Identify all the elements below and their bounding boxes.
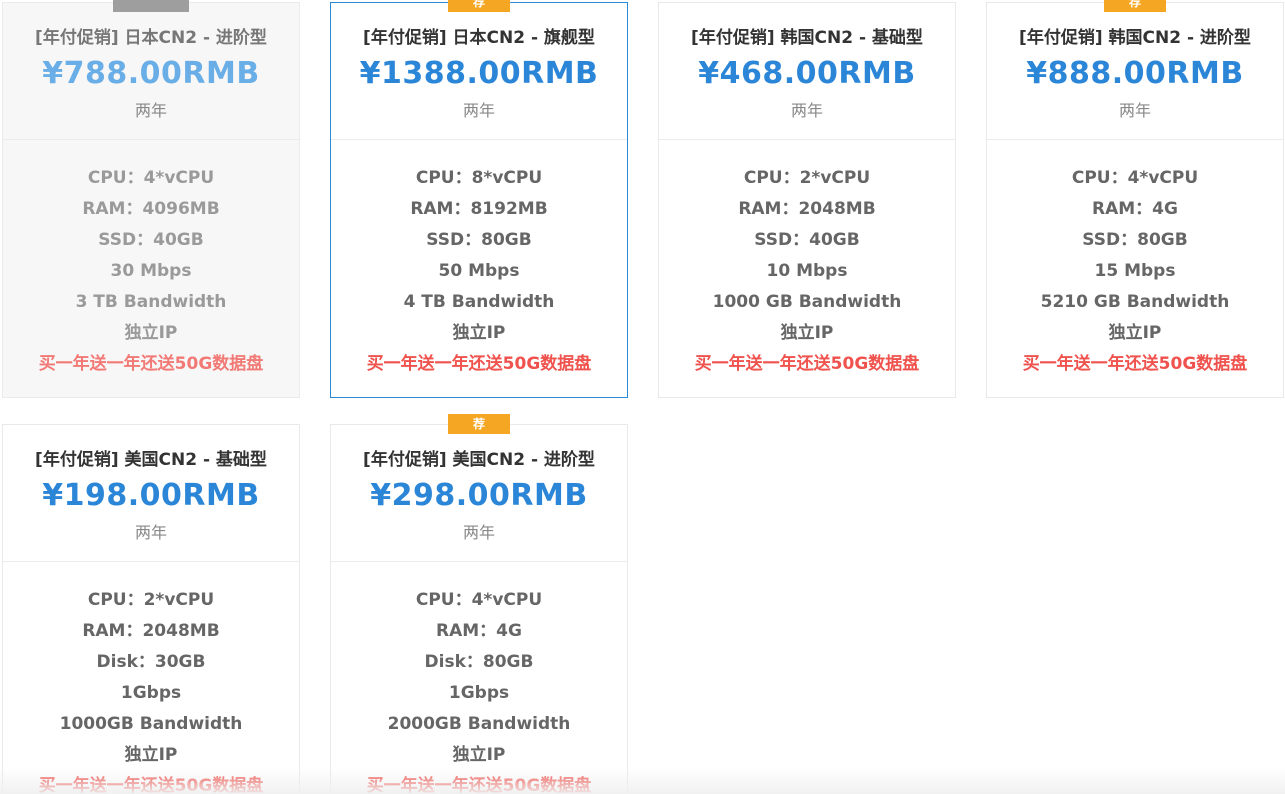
spec-cpu: CPU：8*vCPU [415,168,543,188]
spec-ram: RAM：4G [1092,199,1178,219]
spec-speed: 1Gbps [448,683,510,703]
product-card-korea-basic[interactable]: [年付促销] 韩国CN2 - 基础型 ¥468.00RMB 两年 CPU：2*v… [658,2,956,398]
product-listing: [年付促销] 日本CN2 - 进阶型 ¥788.00RMB 两年 CPU：4*v… [0,0,1285,794]
spec-ip: 独立IP [452,323,506,343]
product-title: [年付促销] 日本CN2 - 进阶型 [35,28,267,48]
product-card-korea-advanced[interactable]: 荐 [年付促销] 韩国CN2 - 进阶型 ¥888.00RMB 两年 CPU：4… [986,0,1284,398]
product-price: ¥198.00RMB [42,478,260,513]
product-price: ¥298.00RMB [370,478,588,513]
spec-ip: 独立IP [124,323,178,343]
promo-text: 买一年送一年还送50G数据盘 [694,354,920,374]
billing-period: 两年 [134,523,167,542]
card-header: [年付促销] 美国CN2 - 基础型 ¥198.00RMB 两年 [3,425,299,562]
billing-period: 两年 [462,523,495,542]
spec-storage: SSD：80GB [426,230,532,250]
spec-speed: 1Gbps [120,683,182,703]
spec-list: CPU：8*vCPU RAM：8192MB SSD：80GB 50 Mbps 4… [331,163,627,380]
spec-bandwidth: 4 TB Bandwidth [403,292,555,312]
spec-ip: 独立IP [452,745,506,765]
product-price: ¥788.00RMB [42,56,260,91]
spec-bandwidth: 5210 GB Bandwidth [1040,292,1230,312]
spec-ip: 独立IP [1108,323,1162,343]
card-header: [年付促销] 美国CN2 - 进阶型 ¥298.00RMB 两年 [331,425,627,562]
product-price: ¥1388.00RMB [359,56,599,91]
spec-storage: Disk：80GB [424,652,534,672]
spec-ram: RAM：2048MB [82,621,220,641]
spec-ram: RAM：4G [436,621,522,641]
product-title: [年付促销] 韩国CN2 - 进阶型 [1019,28,1251,48]
spec-speed: 15 Mbps [1094,261,1176,281]
billing-period: 两年 [790,101,823,120]
card-header: [年付促销] 日本CN2 - 进阶型 ¥788.00RMB 两年 [3,3,299,140]
promo-text: 买一年送一年还送50G数据盘 [366,354,592,374]
spec-bandwidth: 2000GB Bandwidth [387,714,571,734]
card-header: [年付促销] 韩国CN2 - 基础型 ¥468.00RMB 两年 [659,3,955,140]
promo-text: 买一年送一年还送50G数据盘 [38,776,264,794]
spec-list: CPU：4*vCPU RAM：4G SSD：80GB 15 Mbps 5210 … [987,163,1283,380]
product-card-usa-basic[interactable]: [年付促销] 美国CN2 - 基础型 ¥198.00RMB 两年 CPU：2*v… [2,424,300,794]
billing-period: 两年 [462,101,495,120]
spec-ram: RAM：8192MB [410,199,548,219]
card-header: [年付促销] 日本CN2 - 旗舰型 ¥1388.00RMB 两年 [331,3,627,140]
spec-list: CPU：2*vCPU RAM：2048MB Disk：30GB 1Gbps 10… [3,585,299,794]
spec-list: CPU：2*vCPU RAM：2048MB SSD：40GB 10 Mbps 1… [659,163,955,380]
spec-cpu: CPU：4*vCPU [87,168,215,188]
spec-storage: SSD：40GB [98,230,204,250]
spec-cpu: CPU：4*vCPU [415,590,543,610]
spec-cpu: CPU：4*vCPU [1071,168,1199,188]
spec-ram: RAM：2048MB [738,199,876,219]
spec-ram: RAM：4096MB [82,199,220,219]
product-card-japan-flagship[interactable]: 荐 [年付促销] 日本CN2 - 旗舰型 ¥1388.00RMB 两年 CPU：… [330,0,628,398]
product-card-japan-advanced[interactable]: [年付促销] 日本CN2 - 进阶型 ¥788.00RMB 两年 CPU：4*v… [2,0,300,398]
spec-cpu: CPU：2*vCPU [743,168,871,188]
billing-period: 两年 [134,101,167,120]
product-title: [年付促销] 美国CN2 - 基础型 [35,450,267,470]
spec-speed: 10 Mbps [766,261,848,281]
spec-storage: Disk：30GB [96,652,206,672]
product-card-usa-advanced[interactable]: 荐 [年付促销] 美国CN2 - 进阶型 ¥298.00RMB 两年 CPU：4… [330,414,628,794]
promo-text: 买一年送一年还送50G数据盘 [1022,354,1248,374]
spec-bandwidth: 1000GB Bandwidth [59,714,243,734]
spec-bandwidth: 1000 GB Bandwidth [712,292,902,312]
product-price: ¥468.00RMB [698,56,916,91]
billing-period: 两年 [1118,101,1151,120]
spec-cpu: CPU：2*vCPU [87,590,215,610]
promo-text: 买一年送一年还送50G数据盘 [38,354,264,374]
spec-ip: 独立IP [124,745,178,765]
spec-list: CPU：4*vCPU RAM：4G Disk：80GB 1Gbps 2000GB… [331,585,627,794]
spec-speed: 50 Mbps [438,261,520,281]
spec-list: CPU：4*vCPU RAM：4096MB SSD：40GB 30 Mbps 3… [3,163,299,380]
product-title: [年付促销] 日本CN2 - 旗舰型 [363,28,595,48]
card-header: [年付促销] 韩国CN2 - 进阶型 ¥888.00RMB 两年 [987,3,1283,140]
product-title: [年付促销] 韩国CN2 - 基础型 [691,28,923,48]
spec-bandwidth: 3 TB Bandwidth [75,292,227,312]
promo-text: 买一年送一年还送50G数据盘 [366,776,592,794]
product-price: ¥888.00RMB [1026,56,1244,91]
product-title: [年付促销] 美国CN2 - 进阶型 [363,450,595,470]
spec-ip: 独立IP [780,323,834,343]
spec-storage: SSD：80GB [1082,230,1188,250]
spec-speed: 30 Mbps [110,261,192,281]
spec-storage: SSD：40GB [754,230,860,250]
